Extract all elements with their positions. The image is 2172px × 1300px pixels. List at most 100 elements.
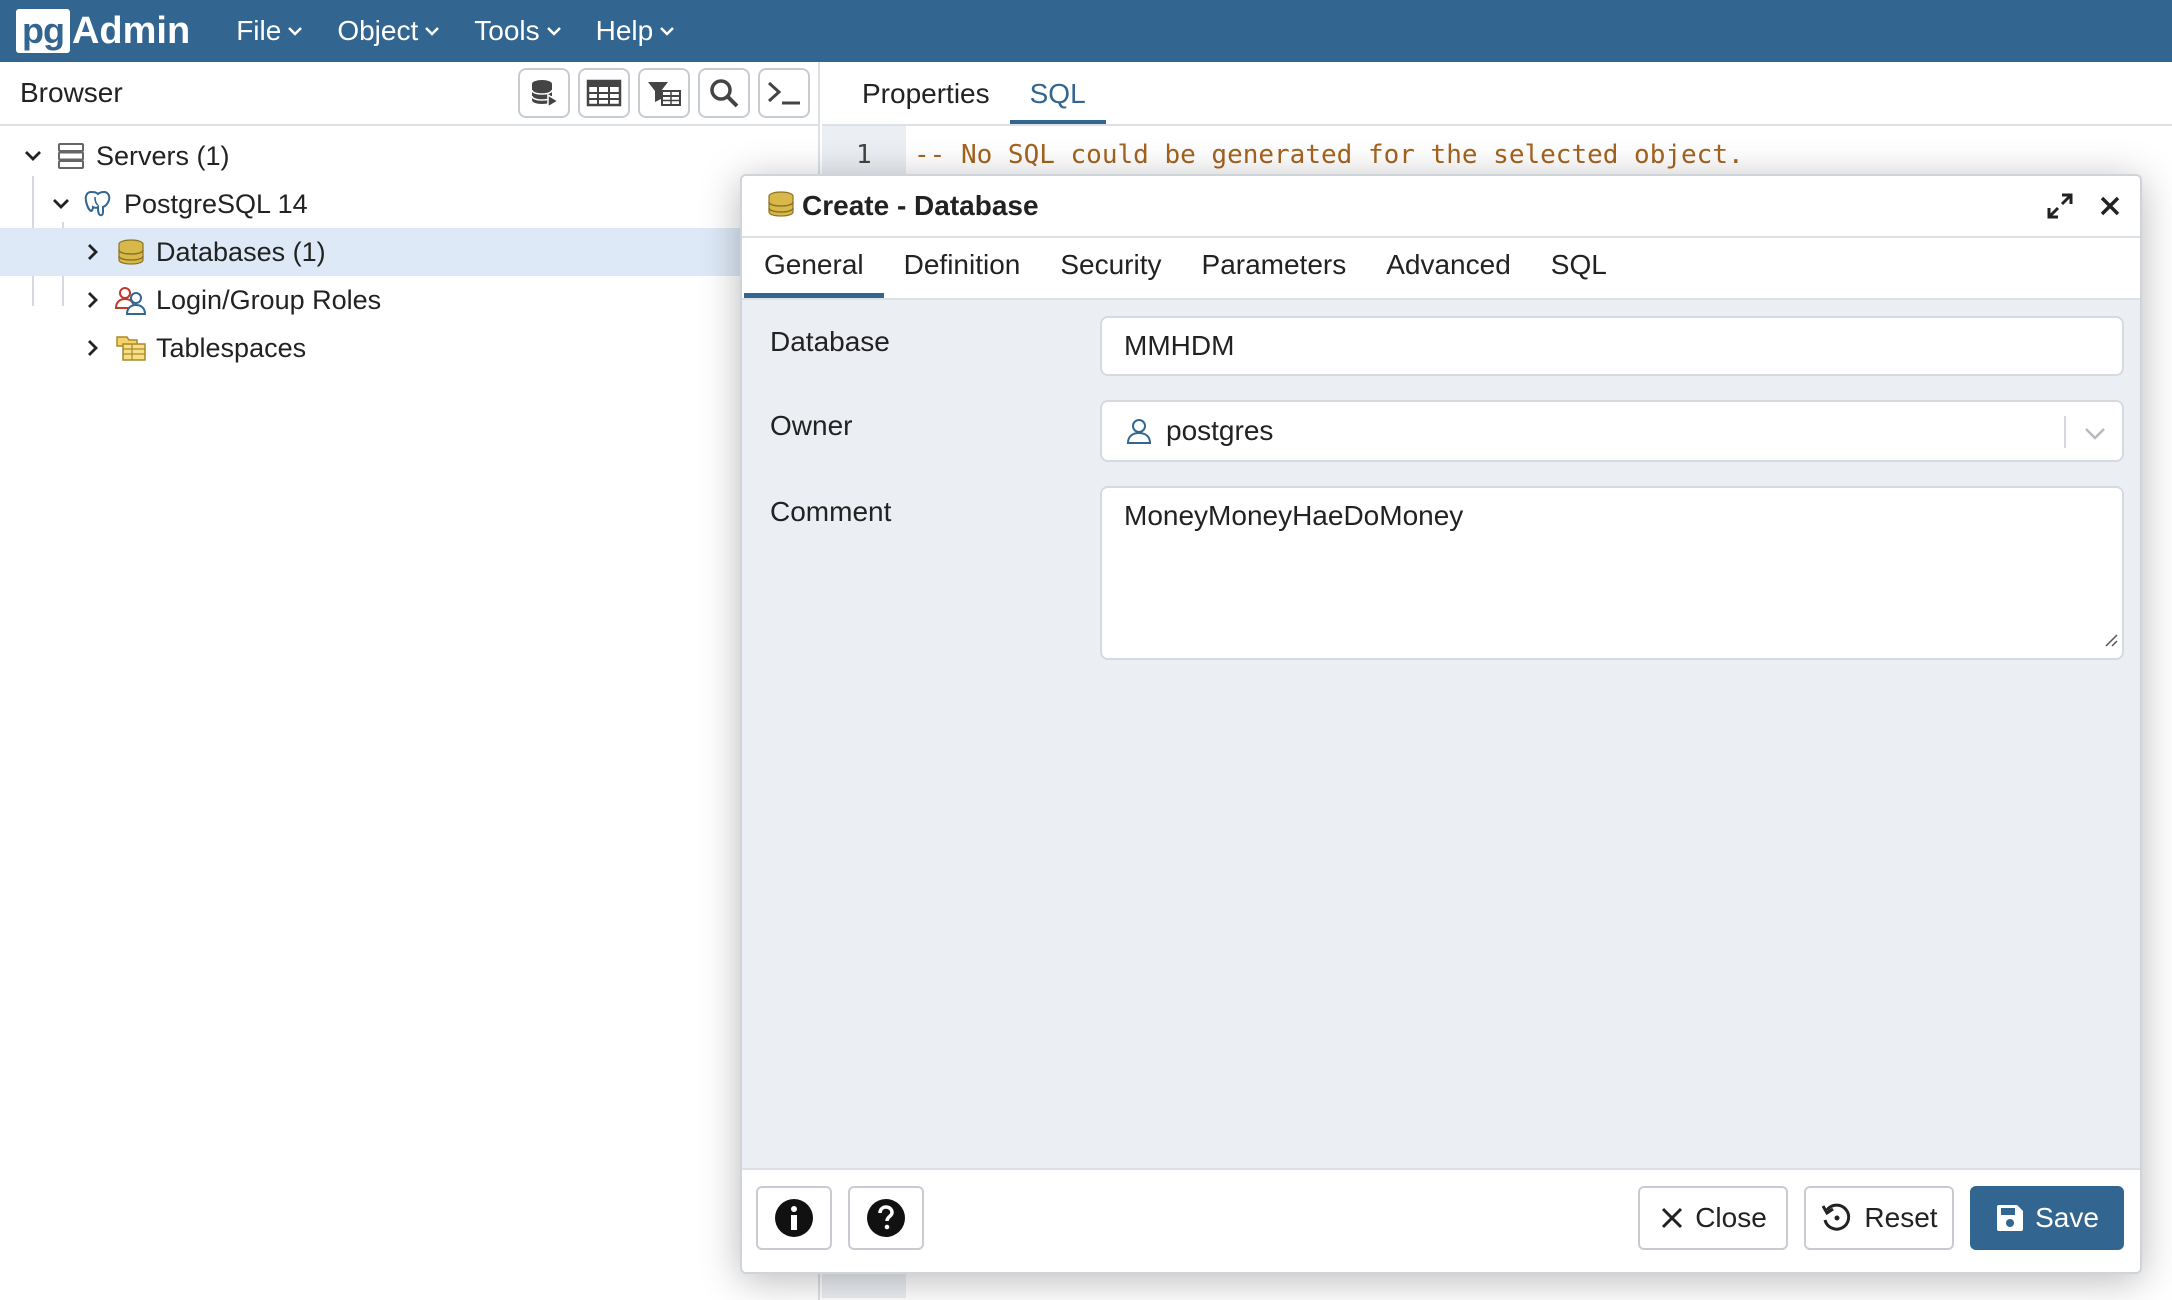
chevron-down-icon[interactable] [46,197,76,211]
menu-file[interactable]: File [236,15,303,47]
tab-sql[interactable]: SQL [1009,78,1106,124]
query-tool-icon [531,80,560,109]
info-button[interactable] [756,1186,832,1250]
select-separator [2064,416,2066,448]
tab-parameters[interactable]: Parameters [1182,249,1367,298]
logo-pg-text: pg [16,9,70,53]
elephant-icon [82,187,116,221]
comment-row: Comment MoneyMoneyHaeDoMoney [770,486,2124,660]
filtered-rows-button[interactable] [638,68,690,118]
line-number: 1 [856,140,872,170]
menu-help-label: Help [595,15,654,46]
comment-textarea[interactable]: MoneyMoneyHaeDoMoney [1100,486,2124,660]
tab-properties[interactable]: Properties [842,78,1010,124]
tree-node-databases[interactable]: Databases (1) [0,228,818,276]
browser-title: Browser [20,77,123,108]
search-objects-button[interactable] [698,68,750,118]
owner-row: Owner postgres [770,400,2124,462]
maximize-button[interactable] [2040,186,2080,226]
dialog-title: Create - Database [802,190,1039,221]
tree-node-label: Servers (1) [96,140,230,171]
create-database-dialog: Create - Database General Definition Sec… [740,174,2142,1274]
reset-icon [1822,1203,1851,1231]
panel-tabs: Properties SQL [822,62,2172,126]
owner-label: Owner [770,410,853,441]
tree-node-servers[interactable]: Servers (1) [0,132,818,180]
tab-dialog-sql[interactable]: SQL [1531,249,1627,298]
close-button[interactable]: Close [1638,1186,1788,1250]
menu-help[interactable]: Help [596,15,676,47]
query-tool-button[interactable] [518,68,570,118]
comment-value: MoneyMoneyHaeDoMoney [1124,500,1464,531]
close-icon [1662,1207,1683,1229]
user-icon [1124,416,1154,446]
chevron-right-icon[interactable] [78,242,108,262]
chevron-right-icon[interactable] [78,338,108,358]
search-objects-icon [710,79,739,108]
menu-object[interactable]: Object [337,15,440,47]
dialog-header[interactable]: Create - Database [742,176,2140,238]
menu-tools[interactable]: Tools [474,15,561,47]
view-data-icon [586,79,622,107]
tab-definition[interactable]: Definition [884,249,1041,298]
database-row: Database MMHDM [770,316,2124,376]
main-menu: File Object Tools Help [236,15,709,47]
chevron-down-icon [546,27,561,36]
tab-advanced[interactable]: Advanced [1366,249,1531,298]
servers-icon [54,139,88,173]
filtered-rows-icon [648,82,681,106]
database-name-input[interactable]: MMHDM [1100,316,2124,376]
database-icon [114,235,148,269]
top-navbar: pg Admin File Object Tools Help [0,0,2172,62]
dialog-close-x-button[interactable] [2090,186,2130,226]
chevron-right-icon[interactable] [78,290,108,310]
tablespace-icon [114,331,148,365]
sql-comment-line: -- No SQL could be generated for the sel… [914,140,1744,170]
menu-file-label: File [236,15,282,46]
tree-node-login-group-roles[interactable]: Login/Group Roles [0,276,818,324]
database-icon [766,189,796,224]
pgadmin-logo[interactable]: pg Admin [16,9,190,53]
browser-header: Browser [0,62,818,126]
tree-node-label: Databases (1) [156,236,326,267]
chevron-down-icon [660,27,675,36]
dialog-tabs: General Definition Security Parameters A… [742,238,2140,300]
resize-grip-icon[interactable] [2102,622,2118,654]
object-tree: Servers (1) PostgreSQL 14 Databases (1) … [0,126,818,372]
owner-value: postgres [1166,415,1274,446]
view-data-button[interactable] [578,68,630,118]
comment-label: Comment [770,496,892,527]
menu-object-label: Object [337,15,419,46]
psql-tool-icon [767,81,800,105]
general-form: Database MMHDM Owner postgres Comment Mo… [742,300,2140,660]
close-label: Close [1695,1202,1767,1233]
close-icon [2100,196,2120,216]
tree-node-label: Tablespaces [156,332,307,363]
reset-button[interactable]: Reset [1804,1186,1954,1250]
browser-panel: Browser Servers (1) PostgreSQL 14 Databa… [0,62,820,1300]
logo-admin-text: Admin [71,9,191,52]
save-icon [1997,1205,2024,1231]
chevron-down-icon [288,27,303,36]
owner-select[interactable]: postgres [1100,400,2124,462]
info-icon [775,1199,813,1237]
tree-node-label: Login/Group Roles [156,284,382,315]
database-label: Database [770,326,890,357]
help-icon [867,1199,905,1237]
tab-general[interactable]: General [744,249,884,298]
reset-label: Reset [1864,1202,1938,1233]
psql-tool-button[interactable] [758,68,810,118]
menu-tools-label: Tools [474,15,540,46]
tree-node-tablespaces[interactable]: Tablespaces [0,324,818,372]
tree-node-postgresql-14[interactable]: PostgreSQL 14 [0,180,818,228]
browser-toolbar [510,68,810,118]
chevron-down-icon[interactable] [18,149,48,163]
database-name-value: MMHDM [1124,330,1235,361]
dialog-footer: Close Reset Save [742,1168,2140,1272]
tab-security[interactable]: Security [1040,249,1181,298]
save-button[interactable]: Save [1970,1186,2124,1250]
tree-node-label: PostgreSQL 14 [124,188,308,219]
chevron-down-icon [425,27,440,36]
chevron-down-icon[interactable] [2082,420,2108,452]
help-button[interactable] [848,1186,924,1250]
